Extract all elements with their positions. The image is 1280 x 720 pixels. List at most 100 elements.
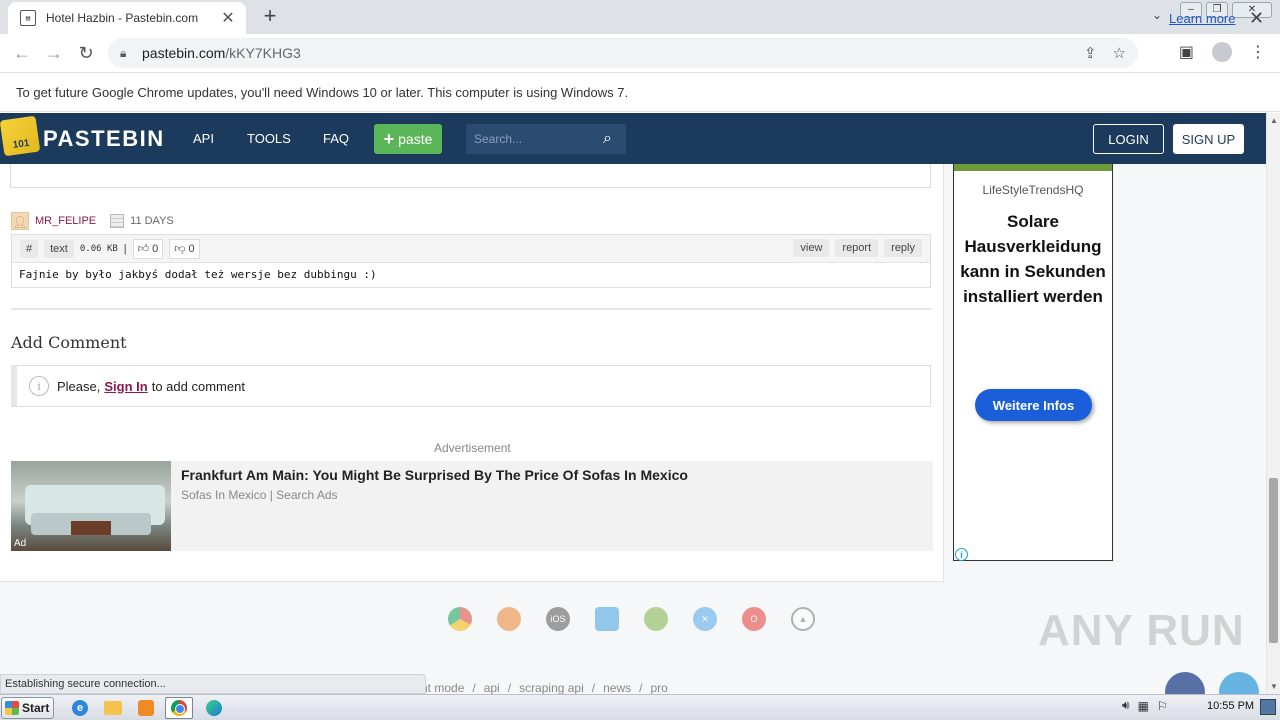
scroll-up-arrow-icon[interactable]: ▲ [1270,116,1278,125]
volume-icon[interactable]: 🔊︎ [1122,698,1130,713]
report-button[interactable]: report [835,239,879,257]
nav-tools[interactable]: TOOLS [247,131,291,146]
signup-button[interactable]: SIGN UP [1173,124,1244,154]
footer-link-scraping-api[interactable]: scraping api [519,681,584,695]
comment-body: Fajnie by było jakbyś dodał też wersje b… [19,268,377,281]
firefox-icon[interactable] [497,607,521,631]
chrome-icon[interactable] [448,607,472,631]
footer-platform-icons: iOS ✕ O ▲ [448,607,815,631]
menu-kebab-icon[interactable]: ⋮ [1250,42,1266,62]
anyrun-watermark: ANY RUN [1038,606,1245,655]
share-icon[interactable]: ⇪ [1084,44,1097,62]
notice-suffix: to add comment [151,378,245,394]
search-input[interactable] [474,132,599,146]
footer-link-pro[interactable]: pro [650,681,667,695]
nav-faq[interactable]: FAQ [323,131,349,146]
like-button[interactable]: 👍︎ 0 [132,238,164,259]
tab-search-chevron-icon[interactable]: ⌄ [1152,8,1162,22]
action-center-flag-icon[interactable]: ⚐ [1157,699,1168,713]
mac-icon[interactable]: ✕ [693,607,717,631]
side-advertisement[interactable]: LifeStyleTrendsHQ Solare Hausverkleidung… [953,164,1113,561]
footer-sep: / [472,681,476,695]
taskbar-ie[interactable]: e [66,697,94,719]
taskbar-chrome[interactable] [165,697,193,719]
previous-comment-box [10,164,931,188]
pastebin-header: 101 PASTEBIN API TOOLS FAQ + paste ⌕ LOG… [0,113,1266,164]
profile-avatar-icon[interactable] [1212,42,1232,62]
lock-icon[interactable]: 🔒︎ [120,46,134,61]
android-icon[interactable] [644,607,668,631]
page-scrollbar[interactable]: ▲ ▼ [1266,113,1280,694]
comment-permalink-button[interactable]: # [20,239,39,258]
footer-links: nt mode / api / scraping api / news / pr… [421,681,668,695]
advertisement-label: Advertisement [434,441,511,455]
ad-source[interactable]: Sofas In Mexico | Search Ads [181,488,338,502]
footer-link-api[interactable]: api [484,681,500,695]
windows-flag-icon [5,701,19,715]
dislike-button[interactable]: 👎︎ 0 [169,238,200,259]
pastebin-favicon-icon: ▤ [20,10,36,26]
footer-link-news[interactable]: news [603,681,631,695]
system-tray: 🔊︎ ▦ ⚐ [1122,698,1168,713]
windows-icon[interactable] [595,607,619,631]
new-paste-button[interactable]: + paste [374,124,442,154]
ad-sofa-image[interactable]: Ad [11,461,171,551]
native-ad[interactable]: Ad Frankfurt Am Main: You Might Be Surpr… [11,461,933,551]
opera-icon[interactable]: O [742,607,766,631]
ios-icon[interactable]: iOS [546,607,570,631]
login-button[interactable]: LOGIN [1093,124,1164,154]
side-ad-headline: Solare Hausverkleidung kann in Sekunden … [960,212,1106,306]
reload-icon[interactable]: ↻ [70,43,102,64]
bookmark-star-icon[interactable]: ☆ [1113,44,1126,62]
taskbar-clock[interactable]: 10:55 PM [1207,700,1254,712]
search-box: ⌕ [466,124,626,154]
tab-title: Hotel Hazbin - Pastebin.com [46,11,199,25]
comment-box: # text 0.06 KB | 👍︎ 0 👎︎ 0 view report rep… [11,234,931,288]
size-separator: | [123,242,127,255]
footer-link-mode[interactable]: nt mode [421,681,464,695]
scroll-down-arrow-icon[interactable]: ▼ [1270,682,1278,691]
taskbar-media[interactable] [132,697,160,719]
back-arrow-icon[interactable]: ← [6,43,38,64]
syntax-badge[interactable]: text [44,239,74,258]
tab-close-icon[interactable]: ✕ [220,8,236,28]
browser-tab[interactable]: ▤ Hotel Hazbin - Pastebin.com ✕ [8,2,246,34]
view-button[interactable]: view [793,239,830,257]
media-player-icon [138,700,154,716]
comment-username[interactable]: MR_FELIPE [35,215,96,227]
nav-api[interactable]: API [193,131,214,146]
scrollbar-thumb[interactable] [1269,478,1278,643]
side-ad-brand: LifeStyleTrendsHQ [982,183,1084,197]
adchoices-info-icon[interactable]: i [955,548,968,561]
search-icon[interactable]: ⌕ [603,130,612,148]
comment-toolbar: # text 0.06 KB | 👍︎ 0 👎︎ 0 view report rep… [12,235,930,263]
ad-title[interactable]: Frankfurt Am Main: You Might Be Surprise… [181,467,688,483]
taskbar-explorer[interactable] [99,697,127,719]
side-panel-icon[interactable]: ▣ [1179,42,1194,62]
section-divider [11,308,931,310]
reply-button[interactable]: reply [884,239,922,257]
new-tab-button[interactable]: + [258,5,282,27]
weitere-infos-button[interactable]: Weitere Infos [975,389,1092,421]
sign-in-link[interactable]: Sign In [104,379,147,394]
forward-arrow-icon[interactable]: → [38,43,70,64]
signin-notice: i Please, Sign In to add comment [11,365,931,407]
url-text[interactable]: pastebin.com/kKY7KHG3 [142,45,301,61]
taskbar-edge[interactable] [200,697,228,719]
show-desktop-icon[interactable] [1260,699,1276,715]
pastebin-brand[interactable]: PASTEBIN [43,126,165,152]
learn-more-link[interactable]: Learn more [1169,11,1235,26]
start-button[interactable]: Start [1,697,54,719]
url-path: /kKY7KHG3 [225,45,301,61]
address-bar[interactable]: 🔒︎ pastebin.com/kKY7KHG3 ⇪ ☆ [108,38,1138,68]
update-infobar: To get future Google Chrome updates, you… [0,72,1280,112]
network-icon[interactable]: ▦ [1138,699,1149,713]
comment-header: 👤︎ MR_FELIPE 11 DAYS [11,212,174,230]
infobar-close-icon[interactable]: ✕ [1249,8,1264,29]
pastebin-logo-icon[interactable]: 101 [0,115,41,157]
notice-prefix: Please, [57,378,101,394]
linux-icon[interactable]: ▲ [791,607,815,631]
url-host: pastebin.com [142,45,226,61]
status-bubble: Establishing secure connection... [0,674,426,694]
dislike-count: 0 [188,242,195,255]
